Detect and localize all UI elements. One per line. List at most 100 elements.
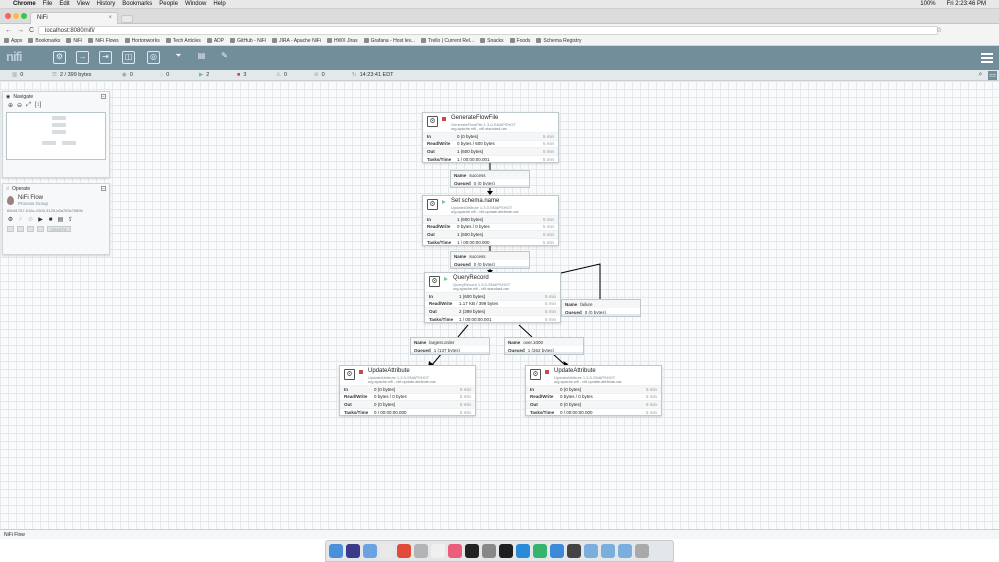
- reload-icon[interactable]: C: [29, 27, 34, 34]
- folder-icon[interactable]: [567, 544, 581, 558]
- operate-header[interactable]: ☝ Operate −: [3, 184, 109, 193]
- birdseye-view[interactable]: [6, 112, 106, 160]
- terminal-icon[interactable]: [465, 544, 479, 558]
- bookmark-item[interactable]: Foods: [509, 38, 530, 44]
- bookmark-item[interactable]: Trello | Current Rel...: [420, 38, 474, 44]
- forward-icon[interactable]: →: [17, 27, 24, 34]
- spotify-icon[interactable]: [533, 544, 547, 558]
- close-window-icon[interactable]: [5, 13, 11, 19]
- bookmark-item[interactable]: NiFi: [66, 38, 82, 44]
- bookmark-item[interactable]: Hortonworks: [124, 38, 160, 44]
- bookmark-item[interactable]: Bookmarks: [28, 38, 60, 44]
- search-icon[interactable]: ⌕: [976, 71, 985, 80]
- connection-label[interactable]: Name failure Queued 0 (0 bytes): [561, 299, 641, 317]
- menu-history[interactable]: History: [97, 1, 116, 7]
- funnel-icon[interactable]: ⏷: [172, 51, 185, 64]
- launchpad-icon[interactable]: [346, 544, 360, 558]
- connection-label[interactable]: Name success Queued 0 (0 bytes): [450, 251, 530, 269]
- fit-icon[interactable]: ⤢: [26, 102, 31, 109]
- label-icon[interactable]: ✎: [218, 51, 231, 64]
- menu-app-name[interactable]: Chrome: [13, 1, 36, 7]
- new-tab-button[interactable]: [121, 15, 133, 23]
- collapse-icon[interactable]: −: [101, 186, 106, 191]
- zoom-window-icon[interactable]: [21, 13, 27, 19]
- menu-view[interactable]: View: [77, 1, 90, 7]
- bookmark-item[interactable]: Tech Articles: [165, 38, 201, 44]
- processor-set-schema-name[interactable]: ⚙ Set schema.name UpdateAttribute 1.3.0-…: [422, 195, 559, 246]
- browser-icon[interactable]: [550, 544, 564, 558]
- bookmark-star-icon[interactable]: ☆: [936, 26, 942, 34]
- actual-size-icon[interactable]: [↕]: [35, 102, 41, 109]
- console-icon[interactable]: [499, 544, 513, 558]
- bookmark-item[interactable]: Grafana - Host lev...: [363, 38, 415, 44]
- flow-canvas[interactable]: ◉ Navigate − ⊕ ⊖ ⤢ [↕] ☝ Operate − NiFi …: [0, 81, 999, 529]
- menu-edit[interactable]: Edit: [59, 1, 69, 7]
- skype-icon[interactable]: [516, 544, 530, 558]
- chrome-icon[interactable]: [397, 544, 411, 558]
- music-icon[interactable]: [448, 544, 462, 558]
- upload-template-icon[interactable]: ⇪: [67, 216, 74, 223]
- processor-updateattribute[interactable]: ⚙ UpdateAttribute UpdateAttribute 1.3.0-…: [525, 365, 662, 416]
- global-menu-icon[interactable]: [981, 53, 993, 63]
- zoom-in-icon[interactable]: ⊕: [8, 102, 13, 109]
- template-create-icon[interactable]: ▤: [57, 216, 64, 223]
- menu-bookmarks[interactable]: Bookmarks: [122, 1, 152, 7]
- connection-label[interactable]: Name success Queued 0 (0 bytes): [450, 170, 530, 188]
- start-icon[interactable]: ▶: [37, 216, 44, 223]
- bookmark-item[interactable]: GitHub - NiFi: [230, 38, 266, 44]
- template-icon[interactable]: ▤: [195, 51, 208, 64]
- bookmark-item[interactable]: Schema Registry: [536, 38, 582, 44]
- enable-icon[interactable]: ⚡: [17, 216, 24, 223]
- output-port-icon[interactable]: ⇥: [99, 51, 112, 64]
- trash-icon[interactable]: [635, 544, 649, 558]
- browser-tab[interactable]: NiFi ×: [30, 12, 118, 24]
- safari-icon[interactable]: [363, 544, 377, 558]
- breadcrumb-root[interactable]: NiFi Flow: [4, 532, 25, 538]
- finder-icon[interactable]: [329, 544, 343, 558]
- zoom-out-icon[interactable]: ⊖: [17, 102, 22, 109]
- url-input[interactable]: localhost:8080/nifi/: [38, 26, 938, 35]
- applications-icon[interactable]: [618, 544, 632, 558]
- collapse-icon[interactable]: −: [101, 94, 106, 99]
- minimize-window-icon[interactable]: [13, 13, 19, 19]
- color-button[interactable]: [37, 226, 44, 232]
- remote-process-group-icon[interactable]: ◎: [147, 51, 160, 64]
- battery-percent[interactable]: 100%: [920, 1, 935, 7]
- configure-icon[interactable]: ⚙: [7, 216, 14, 223]
- bookmark-item[interactable]: HWX Jiras: [326, 38, 358, 44]
- notes-icon[interactable]: [414, 544, 428, 558]
- bookmark-item[interactable]: NiFi Flows: [88, 38, 119, 44]
- process-group-icon[interactable]: ◫: [122, 51, 135, 64]
- processor-queryrecord[interactable]: ⚙ QueryRecord QueryRecord 1.3.0-SNAPSHOT…: [424, 272, 561, 323]
- input-port-icon[interactable]: →: [76, 51, 89, 64]
- copy-button[interactable]: [7, 226, 14, 232]
- back-icon[interactable]: ←: [5, 27, 12, 34]
- connection-label[interactable]: Name largest.order Queued 1 (137 bytes): [410, 337, 490, 355]
- delete-button[interactable]: DELETE: [47, 226, 71, 232]
- downloads-icon[interactable]: [584, 544, 598, 558]
- menu-people[interactable]: People: [159, 1, 178, 7]
- menu-file[interactable]: File: [43, 1, 53, 7]
- tab-close-icon[interactable]: ×: [108, 15, 112, 21]
- bookmark-item[interactable]: JIRA - Apache NiFi: [272, 38, 321, 44]
- navigate-header[interactable]: ◉ Navigate −: [3, 92, 109, 101]
- menubar-clock[interactable]: Fri 2:23:46 PM: [947, 1, 986, 7]
- system-prefs-icon[interactable]: [482, 544, 496, 558]
- refresh-icon[interactable]: ↻: [352, 72, 357, 78]
- calendar-icon[interactable]: [380, 544, 394, 558]
- group-button[interactable]: [27, 226, 34, 232]
- processor-icon[interactable]: ⚙: [53, 51, 66, 64]
- stop-icon[interactable]: ■: [47, 217, 54, 223]
- bookmark-item[interactable]: Snacks: [480, 38, 504, 44]
- processor-generateflowfile[interactable]: ⚙ GenerateFlowFile GenerateFlowFile 1.3.…: [422, 112, 559, 163]
- documents-icon[interactable]: [601, 544, 615, 558]
- paste-button[interactable]: [17, 226, 24, 232]
- menu-help[interactable]: Help: [213, 1, 225, 7]
- disable-icon[interactable]: ⊘: [27, 216, 34, 223]
- bookmark-item[interactable]: ADP: [206, 38, 224, 44]
- connection-label[interactable]: Name over.1000 Queued 1 (262 bytes): [504, 337, 584, 355]
- menu-window[interactable]: Window: [185, 1, 206, 7]
- bulletin-icon[interactable]: ▭: [988, 71, 997, 80]
- reminders-icon[interactable]: [431, 544, 445, 558]
- processor-updateattribute[interactable]: ⚙ UpdateAttribute UpdateAttribute 1.3.0-…: [339, 365, 476, 416]
